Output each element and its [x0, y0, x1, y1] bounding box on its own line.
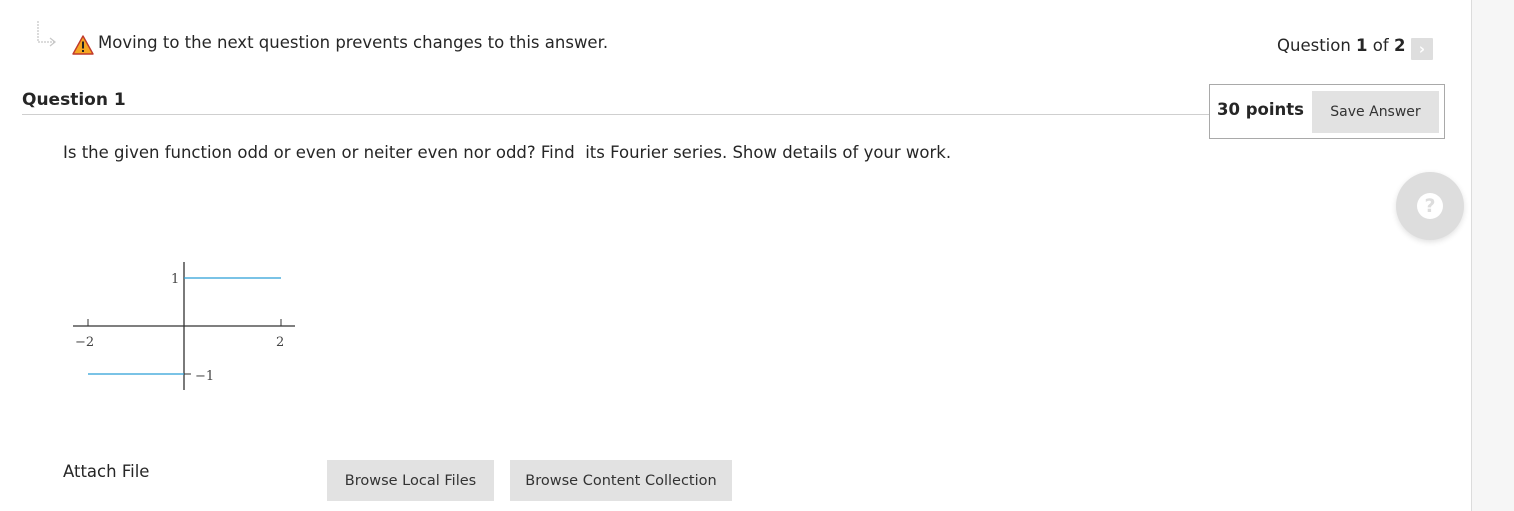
question-text: Is the given function odd or even or nei… — [63, 143, 952, 162]
browse-local-files-button[interactable]: Browse Local Files — [327, 460, 494, 501]
tick-label-x-pos: 2 — [276, 335, 284, 350]
help-button[interactable]: ? — [1396, 172, 1464, 240]
question-counter: Question 1 of 2 — [1277, 36, 1405, 55]
question-title: Question 1 — [22, 90, 126, 110]
browse-content-collection-button[interactable]: Browse Content Collection — [510, 460, 732, 501]
return-arrow-icon — [37, 21, 57, 47]
help-icon: ? — [1417, 193, 1443, 219]
points-box: 30 points Save Answer — [1209, 84, 1445, 139]
tick-label-y-pos: 1 — [171, 272, 179, 287]
function-graph: −2 2 1 −1 — [73, 262, 295, 390]
question-divider — [22, 114, 1210, 115]
counter-of: of — [1367, 36, 1394, 55]
counter-prefix: Question — [1277, 36, 1357, 55]
warning-message: Moving to the next question prevents cha… — [98, 33, 609, 52]
total-questions: 2 — [1393, 36, 1406, 55]
tick-label-y-neg: −1 — [195, 369, 214, 384]
points-value: 30 points — [1217, 100, 1304, 119]
current-question-number: 1 — [1356, 36, 1368, 55]
chevron-right-icon: › — [1418, 40, 1426, 58]
attach-file-label: Attach File — [63, 462, 150, 481]
warning-icon — [72, 35, 94, 55]
save-answer-button[interactable]: Save Answer — [1312, 91, 1439, 133]
right-scroll-rail[interactable] — [1471, 0, 1514, 511]
next-question-button[interactable]: › — [1411, 38, 1433, 60]
tick-label-x-neg: −2 — [75, 335, 94, 350]
